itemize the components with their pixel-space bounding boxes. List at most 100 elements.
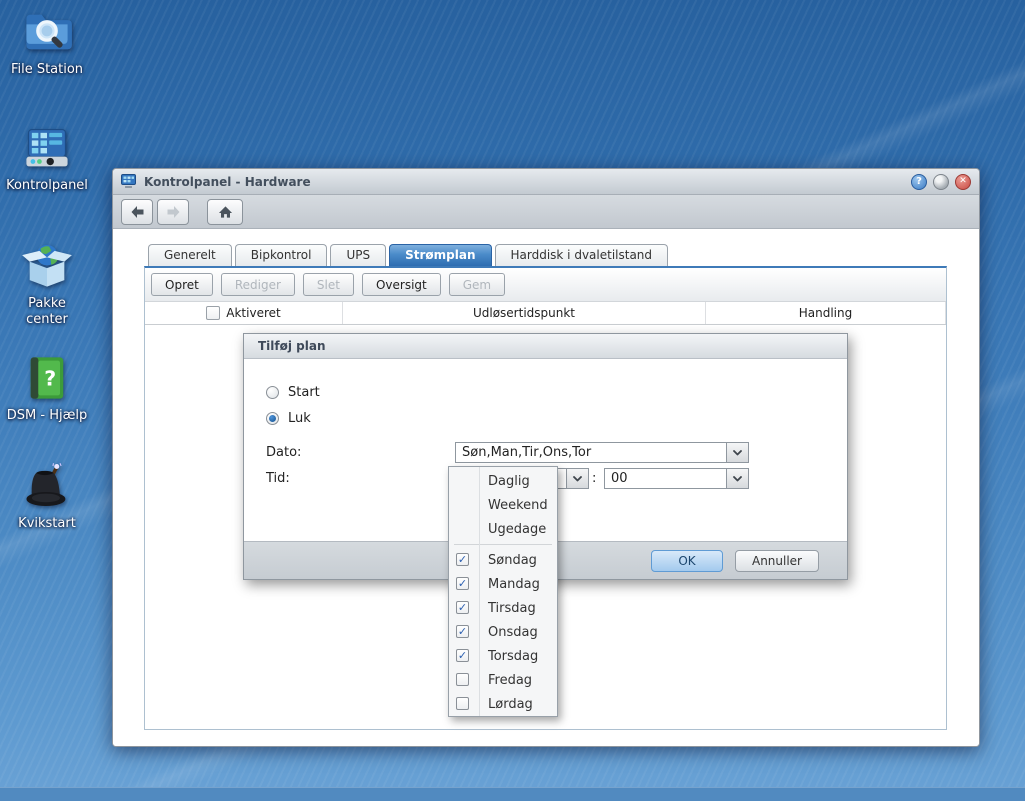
minute-select-value: 00 (611, 471, 628, 486)
control-panel-icon (21, 122, 73, 174)
plan-table-header: Aktiveret Udløsertidspunkt Handling (145, 302, 946, 325)
oversigt-button[interactable]: Oversigt (361, 273, 441, 296)
close-button[interactable]: ✕ (955, 173, 971, 190)
fredag-checkbox-unchecked[interactable] (456, 673, 469, 686)
column-header-aktiveret[interactable]: Aktiveret (145, 302, 343, 324)
dropdown-option-sondag[interactable]: ✓ Søndag (449, 548, 557, 572)
column-header-label: Aktiveret (226, 306, 281, 320)
window-titlebar[interactable]: Kontrolpanel - Hardware ? ✕ (113, 169, 979, 195)
desktop-icon-file-station[interactable]: File Station (0, 6, 94, 78)
tab-bipkontrol[interactable]: Bipkontrol (234, 244, 328, 266)
tab-strip: Generelt Bipkontrol UPS Strømplan Harddisk i… (148, 244, 671, 266)
dropdown-option-ugedage[interactable]: Ugedage (449, 517, 557, 541)
back-button[interactable] (121, 198, 153, 225)
select-all-checkbox[interactable] (206, 306, 221, 320)
desktop-icon-label: File Station (10, 62, 84, 77)
cancel-button[interactable]: Annuller (735, 549, 819, 572)
tab-stromplan[interactable]: Strømplan (389, 244, 492, 266)
radio-label-luk: Luk (288, 411, 311, 426)
mandag-checkbox-checked[interactable]: ✓ (456, 577, 469, 590)
slet-button[interactable]: Slet (302, 273, 354, 296)
help-button[interactable]: ? (911, 173, 927, 190)
time-separator: : (592, 471, 597, 486)
tab-generelt[interactable]: Generelt (148, 244, 232, 266)
date-label: Dato: (266, 445, 302, 460)
chevron-down-icon[interactable] (726, 469, 748, 488)
dropdown-option-label: Weekend (488, 497, 548, 513)
dropdown-option-label: Onsdag (488, 624, 538, 640)
date-select[interactable]: Søn,Man,Tir,Ons,Tor (455, 442, 749, 463)
column-header-handling[interactable]: Handling (706, 302, 946, 324)
dialog-title: Tilføj plan (258, 339, 326, 353)
dropdown-option-fredag[interactable]: Fredag (449, 668, 557, 692)
dropdown-option-torsdag[interactable]: ✓ Torsdag (449, 644, 557, 668)
dropdown-option-label: Torsdag (488, 648, 539, 664)
minute-select[interactable]: 00 (604, 468, 749, 489)
dialog-titlebar: Tilføj plan (244, 334, 847, 359)
desktop-icon-dsm-help[interactable]: ? DSM - Hjælp (0, 352, 94, 424)
ok-button[interactable]: OK (651, 549, 723, 572)
dropdown-option-label: Tirsdag (488, 600, 536, 616)
dsm-help-icon: ? (21, 352, 73, 404)
dropdown-option-label: Fredag (488, 672, 533, 688)
time-label: Tid: (266, 471, 290, 486)
date-dropdown-list: Daglig Weekend Ugedage ✓ Søndag ✓ Mandag ✓ Tirsd… (448, 466, 558, 717)
column-header-label: Handling (798, 306, 853, 320)
dropdown-option-daglig[interactable]: Daglig (449, 469, 557, 493)
home-button[interactable] (207, 198, 243, 225)
lordag-checkbox-unchecked[interactable] (456, 697, 469, 710)
onsdag-checkbox-checked[interactable]: ✓ (456, 625, 469, 638)
dropdown-option-label: Daglig (488, 473, 530, 489)
taskbar-strip (0, 787, 1025, 801)
desktop-icon-quick-start[interactable]: Kvikstart (0, 460, 94, 532)
gem-button[interactable]: Gem (448, 273, 506, 296)
dropdown-option-mandag[interactable]: ✓ Mandag (449, 572, 557, 596)
radio-option-start[interactable]: Start (266, 385, 320, 400)
dropdown-option-onsdag[interactable]: ✓ Onsdag (449, 620, 557, 644)
dropdown-option-label: Ugedage (488, 521, 547, 537)
quick-start-icon (21, 460, 73, 512)
minimize-button[interactable] (933, 173, 949, 190)
tirsdag-checkbox-checked[interactable]: ✓ (456, 601, 469, 614)
desktop: File Station Kontrolpanel Pakke center? DSM… (0, 0, 1025, 801)
desktop-icon-control-panel[interactable]: Kontrolpanel (0, 122, 94, 194)
control-panel-icon (121, 174, 138, 189)
radio-unselected-icon (266, 386, 279, 399)
column-header-label: Udløsertidspunkt (472, 306, 576, 320)
chevron-down-icon[interactable] (566, 469, 588, 488)
tab-harddisk-i-dvaletilstand[interactable]: Harddisk i dvaletilstand (494, 244, 669, 266)
back-arrow-icon (131, 205, 143, 218)
radio-option-luk[interactable]: Luk (266, 411, 311, 426)
home-icon (218, 205, 232, 218)
desktop-icon-column: File Station Kontrolpanel Pakke center? DSM… (0, 0, 100, 801)
desktop-icon-label: Pakke center (26, 296, 68, 327)
date-select-value: Søn,Man,Tir,Ons,Tor (462, 445, 592, 460)
plan-toolbar: Opret Rediger Slet Oversigt Gem (145, 268, 946, 302)
desktop-icon-label: DSM - Hjælp (6, 408, 88, 423)
window-navbar (113, 195, 979, 229)
dropdown-option-label: Søndag (488, 552, 537, 568)
desktop-icon-label: Kontrolpanel (6, 178, 88, 193)
file-station-icon (21, 6, 73, 58)
dropdown-separator (454, 544, 552, 545)
dropdown-option-lordag[interactable]: Lørdag (449, 692, 557, 716)
radio-label-start: Start (288, 385, 320, 400)
desktop-icon-label: Kvikstart (18, 516, 76, 531)
tab-ups[interactable]: UPS (330, 244, 387, 266)
svg-text:?: ? (44, 367, 56, 391)
dropdown-option-weekend[interactable]: Weekend (449, 493, 557, 517)
dropdown-option-label: Lørdag (488, 696, 533, 712)
forward-button[interactable] (157, 198, 189, 225)
chevron-down-icon[interactable] (726, 443, 748, 462)
torsdag-checkbox-checked[interactable]: ✓ (456, 649, 469, 662)
titlebar-buttons: ? ✕ (911, 173, 971, 190)
forward-arrow-icon (167, 205, 179, 218)
dropdown-option-label: Mandag (488, 576, 540, 592)
dropdown-option-tirsdag[interactable]: ✓ Tirsdag (449, 596, 557, 620)
package-center-icon (21, 240, 73, 292)
rediger-button[interactable]: Rediger (220, 273, 295, 296)
opret-button[interactable]: Opret (151, 273, 213, 296)
column-header-udlosertidspunkt[interactable]: Udløsertidspunkt (343, 302, 706, 324)
desktop-icon-package-center[interactable]: Pakke center (0, 240, 94, 328)
sondag-checkbox-checked[interactable]: ✓ (456, 553, 469, 566)
